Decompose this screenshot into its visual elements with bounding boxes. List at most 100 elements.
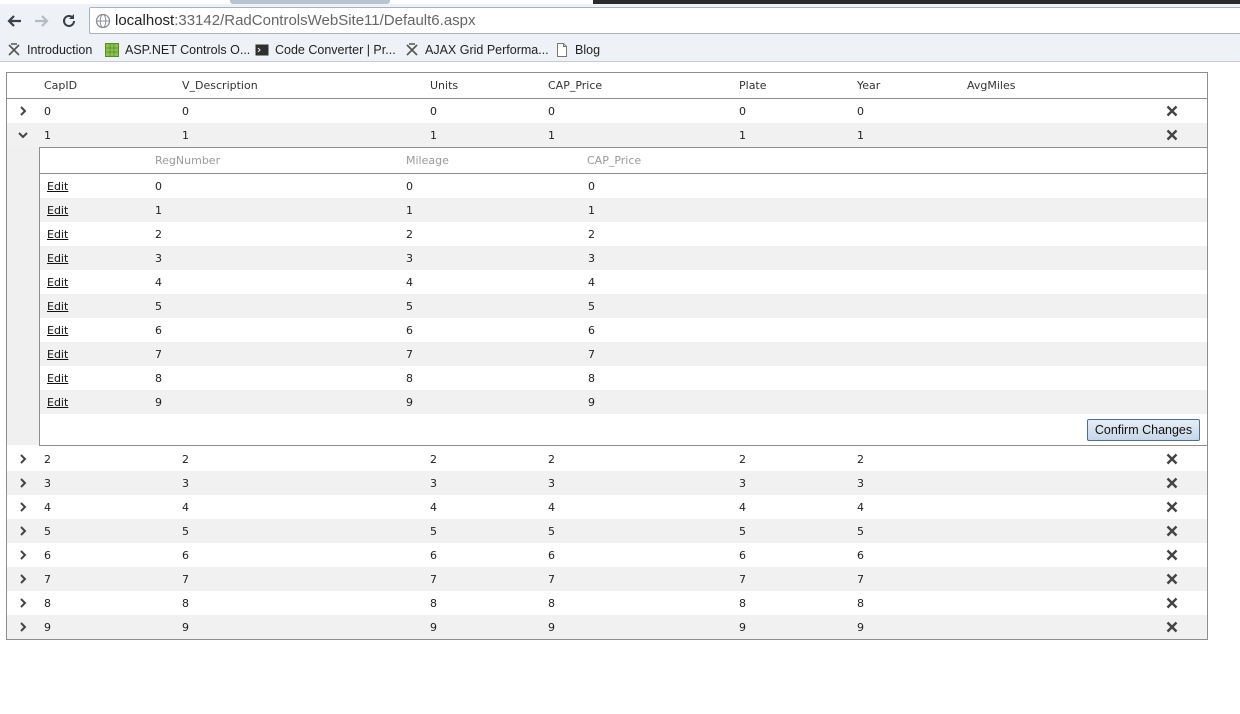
bookmark-ajax-grid[interactable]: AJAX Grid Performa... (405, 41, 549, 59)
edit-link[interactable]: Edit (47, 270, 68, 294)
reload-button[interactable] (59, 11, 79, 31)
telerik-icon (406, 43, 418, 56)
cell-v-description: 1 (182, 128, 189, 142)
cell-regnumber: 4 (155, 275, 162, 289)
back-button[interactable] (5, 11, 25, 31)
bookmark-blog[interactable]: Blog (555, 41, 600, 59)
detail-row: Edit 0 0 0 (40, 174, 1207, 198)
cell-year: 3 (857, 476, 864, 490)
edit-link[interactable]: Edit (47, 342, 68, 366)
chevron-right-icon (20, 574, 27, 584)
detail-column-header-regnumber[interactable]: RegNumber (155, 148, 220, 173)
expand-button[interactable] (7, 591, 39, 615)
cell-cap-price: 6 (548, 548, 555, 562)
edit-link[interactable]: Edit (47, 198, 68, 222)
delete-button[interactable] (1164, 123, 1180, 147)
column-header-units[interactable]: Units (430, 73, 458, 98)
column-header-capid[interactable]: CapID (44, 73, 77, 98)
cell-units: 2 (430, 452, 437, 466)
url-text: localhost:33142/RadControlsWebSite11/Def… (115, 12, 476, 29)
detail-row: Edit 6 6 6 (40, 318, 1207, 342)
bookmark-aspnet-controls[interactable]: ASP.NET Controls O... (105, 41, 250, 59)
terminal-icon (255, 44, 269, 56)
cell-v-description: 9 (182, 620, 189, 634)
forward-button[interactable] (31, 11, 51, 31)
expand-button[interactable] (7, 471, 39, 495)
delete-button[interactable] (1164, 567, 1180, 591)
delete-button[interactable] (1164, 99, 1180, 123)
table-row: 8 8 8 8 8 8 (7, 591, 1207, 615)
edit-link[interactable]: Edit (47, 174, 68, 198)
column-header-cap-price[interactable]: CAP_Price (548, 73, 602, 98)
delete-button[interactable] (1164, 471, 1180, 495)
forward-arrow-icon (35, 15, 49, 27)
cell-regnumber: 2 (155, 227, 162, 241)
table-row: 7 7 7 7 7 7 (7, 567, 1207, 591)
close-icon (1166, 477, 1178, 489)
column-header-plate[interactable]: Plate (739, 73, 767, 98)
expand-button[interactable] (7, 495, 39, 519)
cell-mileage: 6 (406, 323, 413, 337)
cell-v-description: 4 (182, 500, 189, 514)
cell-units: 0 (430, 104, 437, 118)
expand-button[interactable] (7, 447, 39, 471)
edit-link[interactable]: Edit (47, 246, 68, 270)
bookmark-code-converter[interactable]: Code Converter | Pr... (255, 41, 396, 59)
cell-cap-price: 3 (548, 476, 555, 490)
delete-button[interactable] (1164, 519, 1180, 543)
close-icon (1166, 525, 1178, 537)
detail-gutter (7, 147, 39, 445)
cell-units: 3 (430, 476, 437, 490)
table-row: 2 2 2 2 2 2 (7, 447, 1207, 471)
edit-link[interactable]: Edit (47, 222, 68, 246)
chevron-right-icon (20, 526, 27, 536)
expand-button[interactable] (7, 543, 39, 567)
expand-button[interactable] (7, 519, 39, 543)
cell-cap-price: 4 (548, 500, 555, 514)
cell-mileage: 7 (406, 347, 413, 361)
cell-cap-price: 1 (548, 128, 555, 142)
cell-cap-price: 8 (548, 596, 555, 610)
cell-year: 4 (857, 500, 864, 514)
table-row: 0 0 0 0 0 0 (7, 99, 1207, 123)
cell-regnumber: 7 (155, 347, 162, 361)
cell-cap-price: 4 (588, 275, 595, 289)
delete-button[interactable] (1164, 615, 1180, 639)
chevron-down-icon (18, 132, 28, 139)
cell-regnumber: 3 (155, 251, 162, 265)
globe-icon (95, 13, 111, 29)
detail-column-header-mileage[interactable]: Mileage (406, 148, 449, 173)
table-row: 5 5 5 5 5 5 (7, 519, 1207, 543)
delete-button[interactable] (1164, 495, 1180, 519)
delete-button[interactable] (1164, 447, 1180, 471)
cell-v-description: 2 (182, 452, 189, 466)
edit-link[interactable]: Edit (47, 366, 68, 390)
cell-v-description: 8 (182, 596, 189, 610)
column-header-v-description[interactable]: V_Description (182, 73, 258, 98)
expand-button[interactable] (7, 99, 39, 123)
address-bar[interactable]: localhost:33142/RadControlsWebSite11/Def… (89, 7, 1240, 34)
cell-plate: 6 (739, 548, 746, 562)
delete-button[interactable] (1164, 591, 1180, 615)
edit-link[interactable]: Edit (47, 294, 68, 318)
cell-plate: 7 (739, 572, 746, 586)
cell-units: 8 (430, 596, 437, 610)
cell-units: 5 (430, 524, 437, 538)
confirm-changes-button[interactable]: Confirm Changes (1087, 419, 1200, 441)
grid-header: CapID V_Description Units CAP_Price Plat… (7, 73, 1207, 99)
collapse-button[interactable] (7, 123, 39, 147)
expand-button[interactable] (7, 567, 39, 591)
detail-column-header-cap-price[interactable]: CAP_Price (587, 148, 641, 173)
cell-capid: 8 (44, 596, 51, 610)
expand-button[interactable] (7, 615, 39, 639)
bookmark-introduction[interactable]: Introduction (7, 41, 92, 59)
edit-link[interactable]: Edit (47, 390, 68, 414)
column-header-year[interactable]: Year (857, 73, 880, 98)
cell-cap-price: 8 (588, 371, 595, 385)
edit-link[interactable]: Edit (47, 318, 68, 342)
column-header-avgmiles[interactable]: AvgMiles (967, 73, 1015, 98)
cell-v-description: 0 (182, 104, 189, 118)
delete-button[interactable] (1164, 543, 1180, 567)
cell-year: 2 (857, 452, 864, 466)
cell-plate: 8 (739, 596, 746, 610)
